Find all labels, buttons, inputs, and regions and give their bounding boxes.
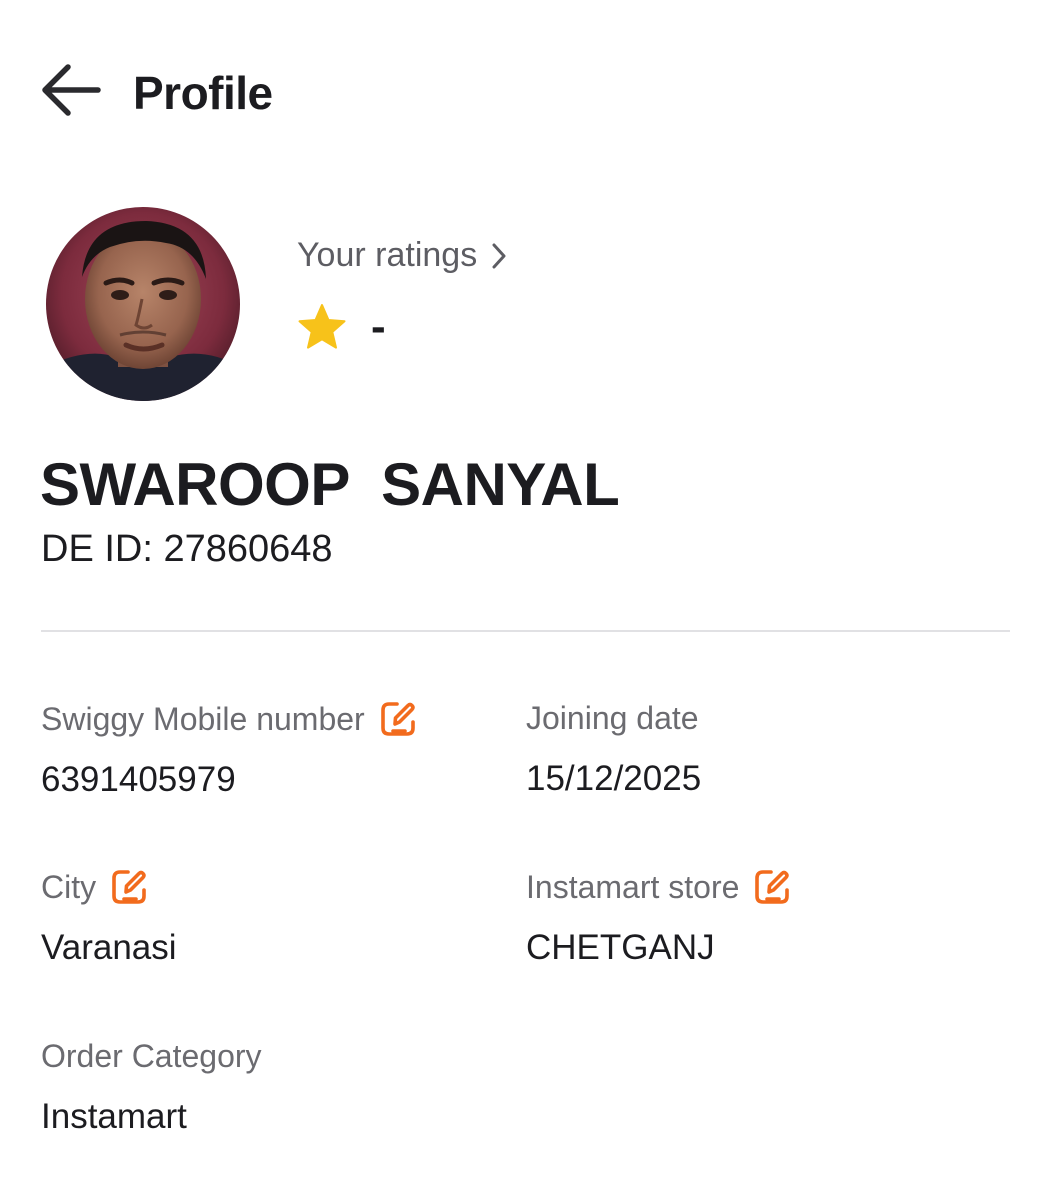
divider [41, 630, 1010, 632]
field-joining-date: Joining date 15/12/2025 [526, 700, 701, 799]
edit-icon[interactable] [379, 700, 417, 738]
edit-icon[interactable] [753, 868, 791, 906]
field-mobile-number: Swiggy Mobile number 6391405979 [41, 700, 417, 800]
back-button[interactable] [38, 60, 104, 120]
de-id: DE ID: 27860648 [41, 528, 333, 570]
field-instamart-store: Instamart store CHETGANJ [526, 868, 791, 968]
field-value: 15/12/2025 [526, 759, 702, 798]
field-value: CHETGANJ [526, 928, 715, 967]
profile-photo [46, 207, 240, 401]
field-order-category: Order Category Instamart [41, 1038, 262, 1137]
field-label: Instamart store [526, 868, 740, 905]
rating-value: - [371, 302, 386, 351]
your-ratings-link[interactable]: Your ratings [297, 236, 507, 275]
chevron-right-icon [492, 243, 506, 268]
star-icon [298, 304, 346, 349]
ratings-label: Your ratings [297, 236, 478, 274]
arrow-left-icon [42, 64, 101, 116]
profile-screen: Profile Your ratings - SWAROOP SANYAL DE… [0, 0, 1051, 1200]
page-title: Profile [133, 67, 273, 119]
field-value: 6391405979 [41, 760, 236, 799]
edit-icon[interactable] [110, 868, 148, 906]
field-label: City [41, 868, 97, 905]
field-value: Varanasi [41, 928, 177, 967]
field-label: Swiggy Mobile number [41, 700, 365, 737]
partner-name: SWAROOP SANYAL [40, 451, 620, 518]
rating-display: - [297, 302, 386, 352]
field-label: Joining date [526, 700, 699, 736]
field-label: Order Category [41, 1038, 262, 1074]
field-value: Instamart [41, 1097, 187, 1136]
avatar [46, 207, 240, 401]
field-city: City Varanasi [41, 868, 177, 968]
